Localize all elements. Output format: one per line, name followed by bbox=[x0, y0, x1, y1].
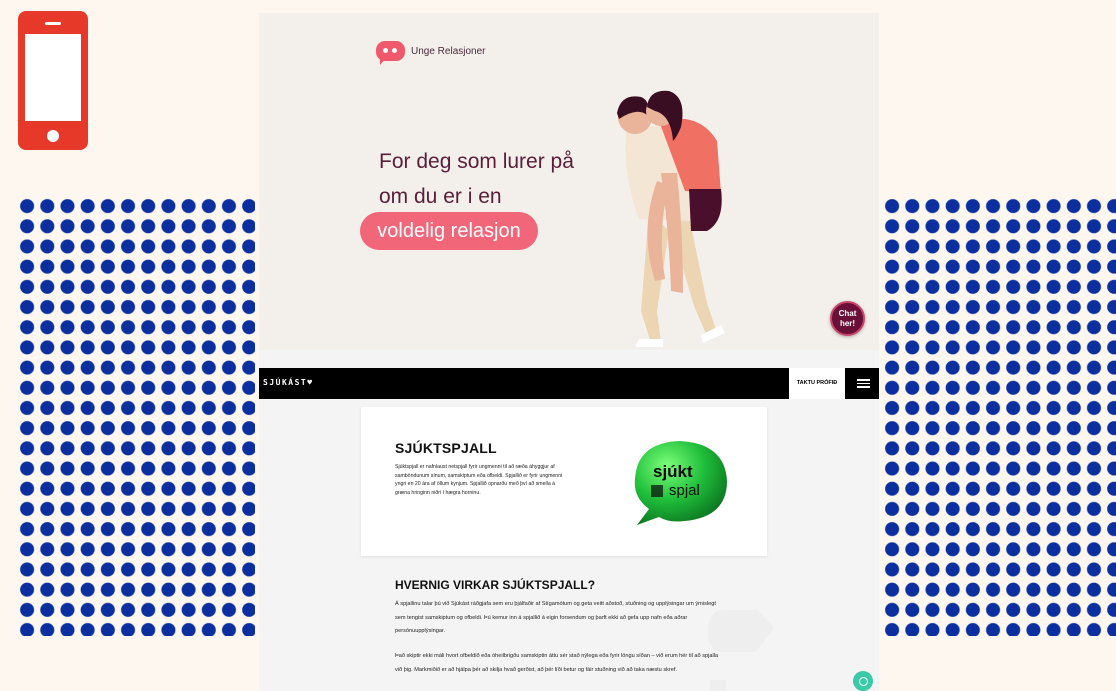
paragraph-2: Það skiptir ekki máli hvort ofbeldið eða… bbox=[395, 653, 719, 673]
section-title: HVERNIG VIRKAR SJÚKTSPJALL? bbox=[395, 578, 596, 592]
hero-line-2: om du er i en bbox=[379, 185, 502, 208]
heart-watermark-icon bbox=[708, 610, 774, 691]
hero-line-1: For deg som lurer på bbox=[379, 150, 574, 173]
brand-logo[interactable]: Unge Relasjoner bbox=[376, 41, 486, 65]
sjukast-screenshot: SJÚKÁST♥ TAKTU PRÓFIÐ SJÚKTSPJALL Sjúkts… bbox=[259, 350, 879, 691]
chat-label-line-1: Chat bbox=[838, 308, 857, 318]
card-title: SJÚKTSPJALL bbox=[395, 440, 497, 456]
take-test-button[interactable]: TAKTU PRÓFIÐ bbox=[789, 368, 845, 399]
dot-pattern-left bbox=[17, 196, 255, 636]
dot-pattern-right bbox=[882, 196, 1116, 636]
speech-bubble-icon bbox=[376, 41, 405, 65]
couple-piggyback-illustration bbox=[617, 90, 725, 347]
balloon-text-1: sjúkt bbox=[653, 462, 693, 481]
chat-here-button[interactable]: Chat her! bbox=[830, 301, 865, 336]
chat-label-line-2: her! bbox=[839, 318, 856, 328]
smartphone-icon bbox=[18, 11, 88, 150]
sjukast-logo[interactable]: SJÚKÁST♥ bbox=[263, 378, 314, 387]
brand-name: Unge Relasjoner bbox=[411, 45, 486, 57]
unge-relasjoner-screenshot: Unge Relasjoner For deg som lurer på om … bbox=[259, 13, 879, 350]
card-body: Sjúktspjall er nafnlaust netspjall fyrir… bbox=[395, 464, 563, 496]
chat-circle-icon[interactable] bbox=[853, 671, 873, 691]
balloon-text-2: spjal bbox=[669, 482, 700, 499]
top-nav: SJÚKÁST♥ TAKTU PRÓFIÐ bbox=[259, 368, 879, 399]
speech-balloon-graphic: sjúkt spjal bbox=[634, 441, 727, 525]
sjuktspjall-card: SJÚKTSPJALL Sjúktspjall er nafnlaust net… bbox=[361, 407, 767, 556]
hamburger-menu-icon[interactable] bbox=[847, 368, 879, 399]
paragraph-1: Á spjallinu talar þú við Sjúkást ráðgjaf… bbox=[395, 601, 716, 634]
hero-highlight: voldelig relasjon bbox=[360, 212, 538, 250]
